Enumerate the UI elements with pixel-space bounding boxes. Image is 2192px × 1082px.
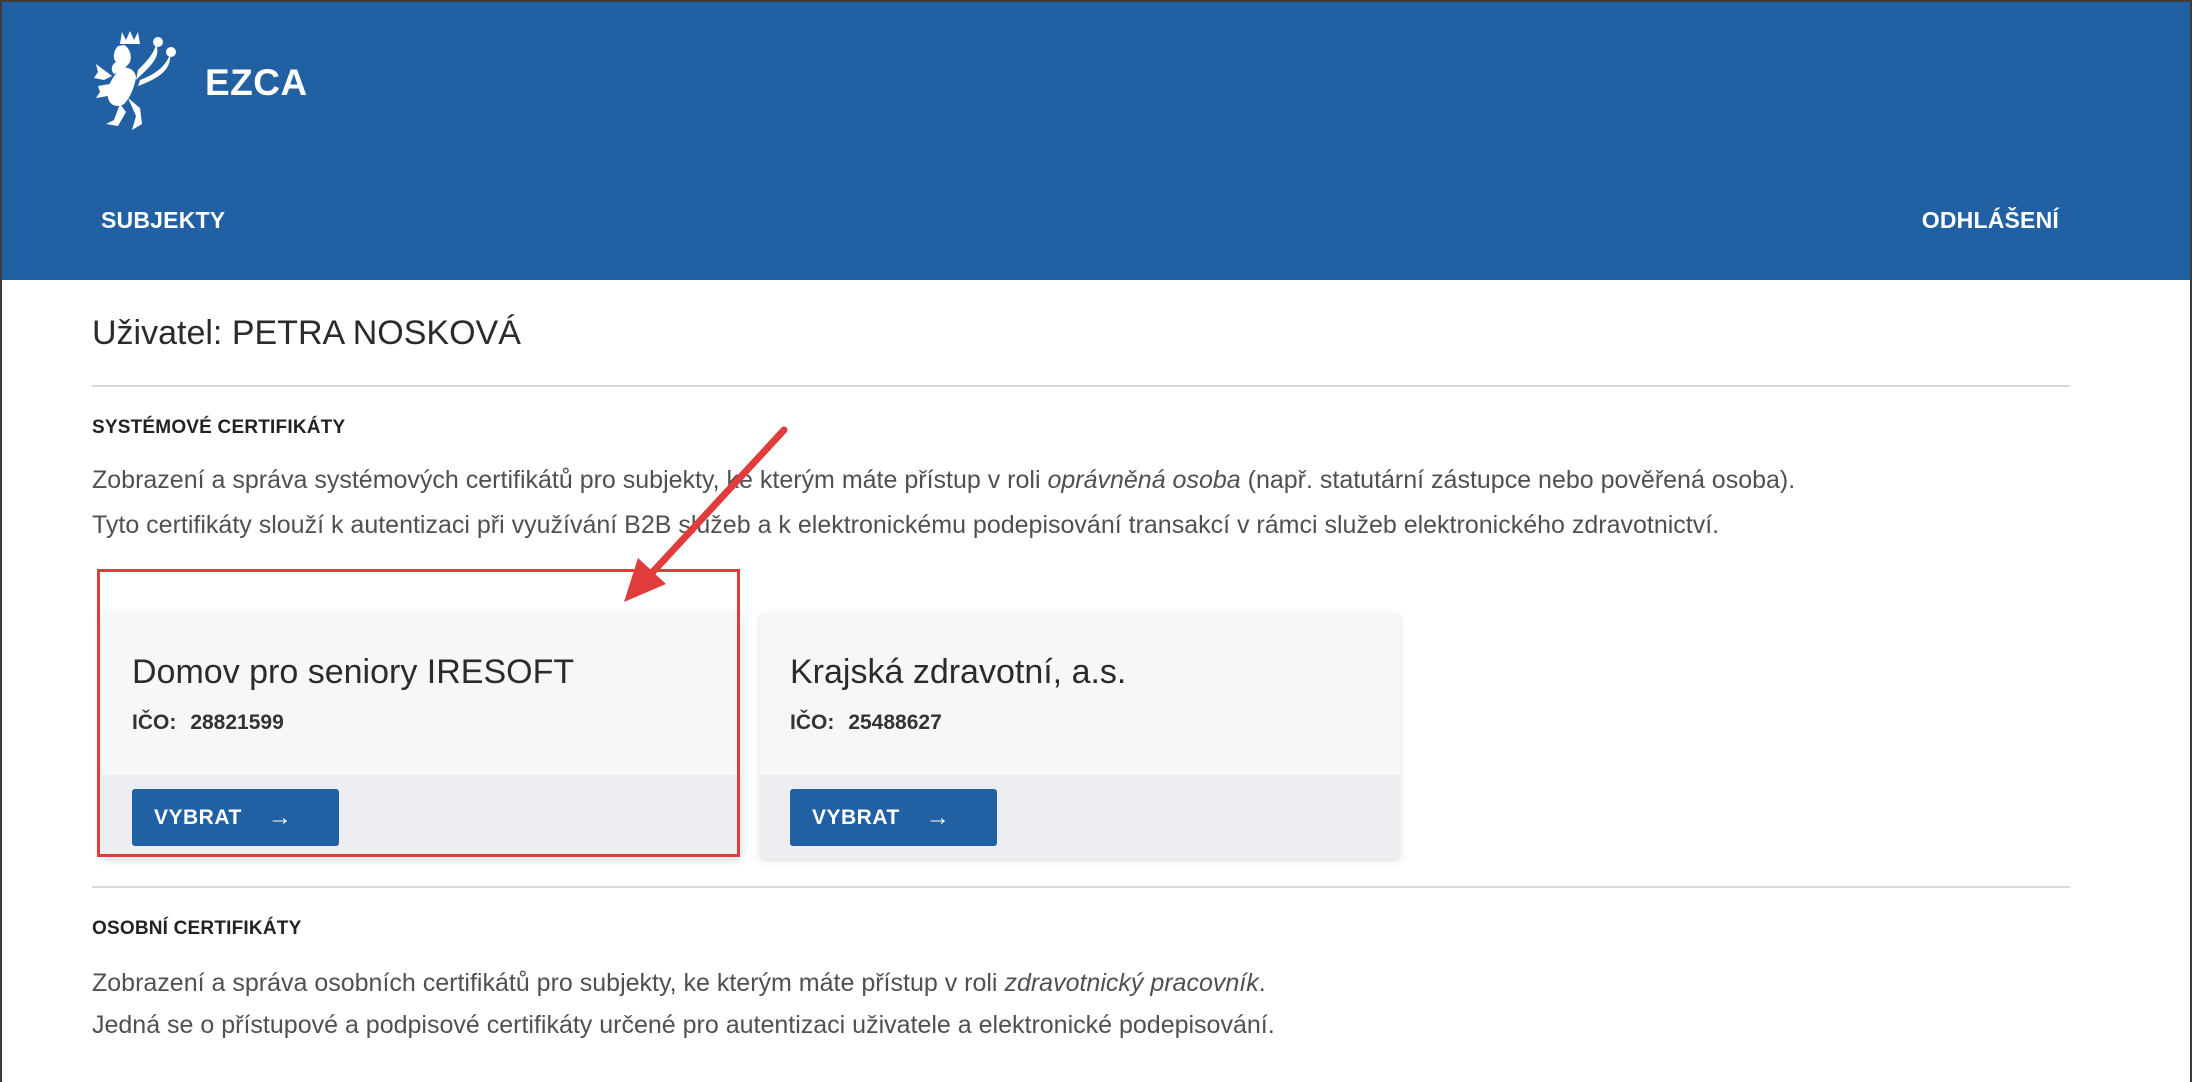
system-certificates-heading: SYSTÉMOVÉ CERTIFIKÁTY [92, 417, 346, 438]
subject-ico: IČO: 28821599 [132, 711, 284, 734]
personal-certificates-heading: OSOBNÍ CERTIFIKÁTY [92, 918, 302, 939]
subject-name: Krajská zdravotní, a.s. [790, 653, 1127, 691]
page-title: Uživatel: PETRA NOSKOVÁ [92, 314, 521, 352]
personal-certificates-description-1: Zobrazení a správa osobních certifikátů … [92, 969, 1266, 997]
select-button[interactable]: VYBRAT → [790, 789, 997, 846]
divider [92, 886, 2070, 888]
subject-card: Krajská zdravotní, a.s. IČO: 25488627 VYB… [760, 613, 1400, 859]
personal-certificates-description-2: Jedná se o přístupové a podpisové certif… [92, 1011, 1275, 1039]
select-button[interactable]: VYBRAT → [132, 789, 339, 846]
subject-name: Domov pro seniory IRESOFT [132, 653, 575, 691]
arrow-right-icon: → [267, 803, 293, 831]
nav-subjekty[interactable]: SUBJEKTY [101, 207, 225, 234]
system-certificates-description-2: Tyto certifikáty slouží k autentizaci př… [92, 511, 1720, 539]
top-header: EZCA SUBJEKTY ODHLÁŠENÍ [2, 2, 2190, 280]
app-window: EZCA SUBJEKTY ODHLÁŠENÍ Uživatel: PETRA … [0, 0, 2192, 1082]
divider [92, 385, 2070, 387]
subject-ico: IČO: 25488627 [790, 711, 942, 734]
nav-logout[interactable]: ODHLÁŠENÍ [1922, 207, 2059, 234]
czech-lion-emblem-icon [94, 31, 176, 130]
subject-card: Domov pro seniory IRESOFT IČO: 28821599 V… [102, 613, 742, 859]
arrow-right-icon: → [925, 803, 951, 831]
app-brand: EZCA [205, 62, 308, 103]
system-certificates-description-1: Zobrazení a správa systémových certifiká… [92, 466, 1796, 494]
